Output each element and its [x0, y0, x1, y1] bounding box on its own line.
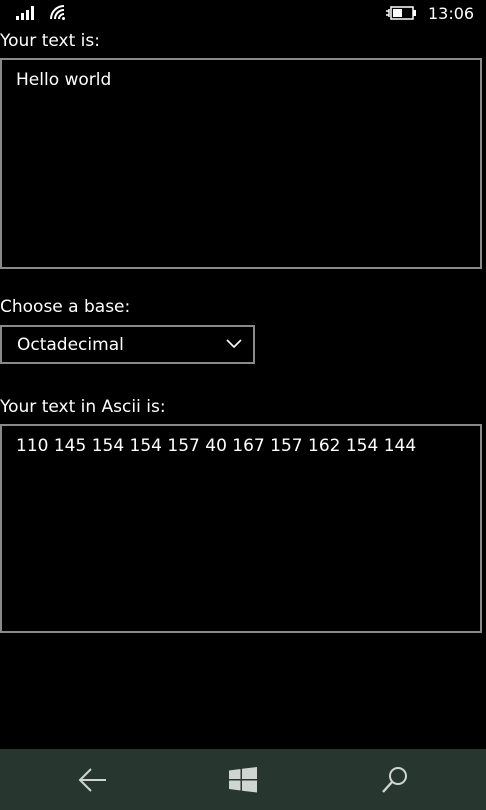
search-button[interactable]	[314, 749, 476, 810]
wifi-icon	[50, 5, 65, 20]
base-label: Choose a base:	[0, 297, 131, 317]
back-button[interactable]	[12, 749, 174, 810]
back-arrow-icon	[78, 767, 106, 792]
output-text-box[interactable]: 110 145 154 154 157 40 167 157 162 154 1…	[0, 424, 482, 633]
input-label: Your text is:	[0, 31, 100, 51]
output-text-value: 110 145 154 154 157 40 167 157 162 154 1…	[16, 436, 417, 456]
battery-charging-icon	[386, 6, 416, 20]
output-label: Your text in Ascii is:	[0, 397, 166, 417]
search-icon	[382, 766, 407, 793]
windows-start-icon	[229, 766, 257, 792]
signal-icon	[16, 6, 34, 20]
navigation-bar	[0, 749, 486, 810]
start-button[interactable]	[162, 749, 324, 810]
status-bar: 13:06	[0, 0, 486, 28]
status-time: 13:06	[428, 4, 475, 23]
input-text-value: Hello world	[16, 70, 112, 90]
base-selected-value: Octadecimal	[17, 335, 124, 355]
chevron-down-icon	[226, 339, 242, 349]
input-text-box[interactable]: Hello world	[0, 58, 482, 269]
base-combobox[interactable]: Octadecimal	[0, 325, 255, 364]
app-screen: 13:06 Your text is: Hello world Choose a…	[0, 0, 486, 810]
